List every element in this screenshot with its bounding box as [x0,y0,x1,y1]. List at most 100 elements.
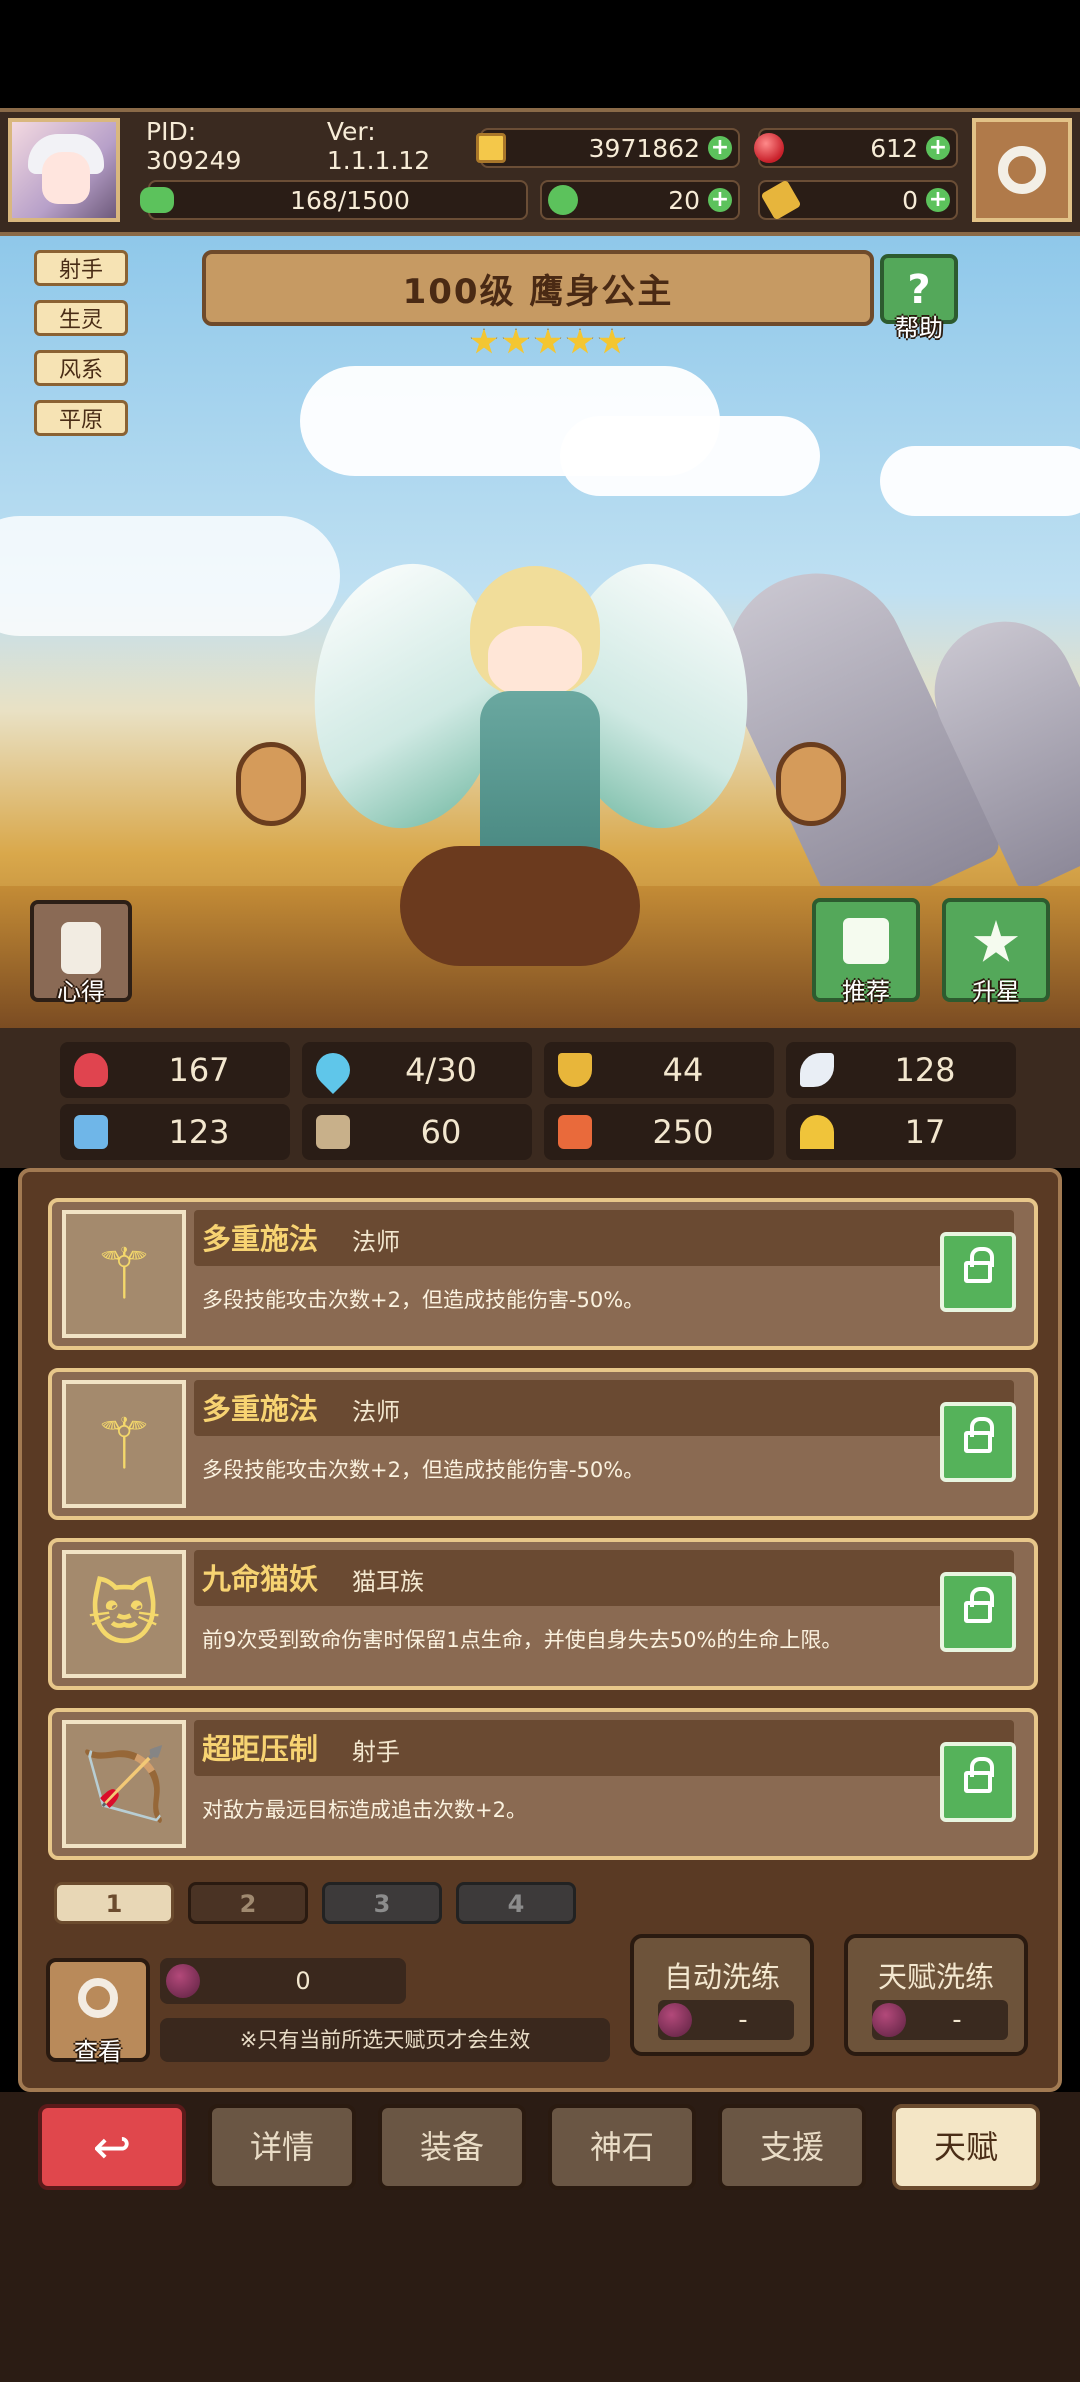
potion-icon [872,2003,906,2037]
magnifier-icon [78,1978,118,2018]
notes-label: 心得 [57,978,105,1006]
fruit-icon [166,1964,200,1998]
nav-details[interactable]: 详情 [208,2104,356,2190]
bow-icon: 🏹 [62,1720,186,1848]
auto-refine-cost-row: - [658,2000,794,2040]
energy-counter: 168/1500 [140,180,528,220]
notes-icon [61,922,101,974]
auto-refine-cost: - [738,2005,748,2035]
stat-defense: 44 [544,1042,774,1098]
staff-icon: ⚚ [62,1210,186,1338]
star-up-icon [973,920,1019,962]
pid-text: PID: 309249 [146,117,242,175]
talent-desc: 对敌方最远目标造成追击次数+2。 [202,1798,527,1822]
talent-page-tab-2[interactable]: 2 [188,1882,308,1924]
clover-value: 20 [668,185,700,215]
hero-face [488,626,582,696]
tag-plains[interactable]: 平原 [34,400,128,436]
nav-talent[interactable]: 天赋 [892,2104,1040,2190]
next-hero-button[interactable] [776,742,846,826]
nav-equipment[interactable]: 装备 [378,2104,526,2190]
star-icon [502,328,530,354]
hero-perch [400,846,640,966]
talent-refine-button[interactable]: 天赋洗练 - [844,1934,1028,2056]
settings-button[interactable] [972,118,1072,222]
energy-value: 168/1500 [290,185,410,215]
fist-icon [74,1115,108,1149]
add-gem-button[interactable]: + [926,136,950,160]
tag-wind[interactable]: 风系 [34,350,128,386]
gear-icon [998,146,1046,194]
talent-card[interactable]: 🐱 九命猫妖 猫耳族 前9次受到致命伤害时保留1点生命，并使自身失去50%的生命… [48,1538,1038,1690]
shield-icon [558,1053,592,1087]
auto-refine-button[interactable]: 自动洗练 - [630,1934,814,2056]
tag-archer[interactable]: 射手 [34,250,128,286]
gold-value: 3971862 [588,133,700,163]
player-avatar[interactable] [8,118,120,222]
book-icon [316,1115,350,1149]
stat-hp: 167 [60,1042,290,1098]
add-scroll-button[interactable]: + [926,188,950,212]
talent-card[interactable]: 🏹 超距压制 射手 对敌方最远目标造成追击次数+2。 [48,1708,1038,1860]
talent-desc: 多段技能攻击次数+2，但造成技能伤害-50%。 [202,1458,645,1482]
thumbs-up-icon [843,918,889,964]
gem-value: 612 [870,133,918,163]
star-icon [470,328,498,354]
back-arrow-icon: ↩ [92,2120,132,2174]
lock-icon [964,1247,994,1283]
lock-button[interactable] [940,1402,1016,1482]
lock-button[interactable] [940,1742,1016,1822]
talent-name: 超距压制 [202,1732,319,1766]
star-rating [470,328,626,356]
staff-icon: ⚚ [62,1380,186,1508]
gold-coin-icon [476,133,506,163]
nav-godstone[interactable]: 神石 [548,2104,696,2190]
talent-panel: ⚚ 多重施法 法师 多段技能攻击次数+2，但造成技能伤害-50%。 ⚚ 多重施法… [18,1168,1062,2092]
stat-magic: 60 [302,1104,532,1160]
talent-page-tab-3[interactable]: 3 [322,1882,442,1924]
horseshoe-icon [800,1115,834,1149]
help-label: 帮助 [895,314,943,342]
talent-class: 射手 [352,1738,400,1766]
talent-card[interactable]: ⚚ 多重施法 法师 多段技能攻击次数+2，但造成技能伤害-50%。 [48,1368,1038,1520]
auto-refine-label: 自动洗练 [663,1960,780,1994]
talent-refine-label: 天赋洗练 [877,1960,994,1994]
clover-icon [548,185,578,215]
talent-page-tab-1[interactable]: 1 [54,1882,174,1924]
talent-class: 法师 [352,1228,400,1256]
stat-mana: 4/30 [302,1042,532,1098]
back-button[interactable]: ↩ [38,2104,186,2190]
version-text: Ver: 1.1.1.12 [326,117,431,175]
add-gold-button[interactable]: + [708,136,732,160]
talent-page-note: ※只有当前所选天赋页才会生效 [160,2018,610,2062]
lock-icon [964,1757,994,1793]
nav-support[interactable]: 支援 [718,2104,866,2190]
stat-speed: 128 [786,1042,1016,1098]
top-status-bar: PID: 309249 Ver: 1.1.1.12 3971862 + 612 … [0,108,1080,236]
wing-icon [800,1053,834,1087]
talent-name: 多重施法 [202,1222,319,1256]
heart-icon [74,1053,108,1087]
talent-name: 九命猫妖 [202,1562,319,1596]
talent-desc: 前9次受到致命伤害时保留1点生命，并使自身失去50%的生命上限。 [202,1628,843,1652]
prev-hero-button[interactable] [236,742,306,826]
scroll-value: 0 [902,185,918,215]
hero-scene: 射手 生灵 风系 平原 100级 鹰身公主 ? 帮助 心得 推荐 升星 [0,236,1080,1028]
talent-page-tab-4[interactable]: 4 [456,1882,576,1924]
talent-name: 多重施法 [202,1392,319,1426]
talent-desc: 多段技能攻击次数+2，但造成技能伤害-50%。 [202,1288,645,1312]
hero-stats: 167 4/30 44 128 123 60 250 17 [0,1028,1080,1168]
talent-refine-cost: - [952,2005,962,2035]
star-icon [534,328,562,354]
gold-counter: 3971862 + [476,128,740,168]
potion-icon [658,2003,692,2037]
lock-button[interactable] [940,1572,1016,1652]
talent-card[interactable]: ⚚ 多重施法 法师 多段技能攻击次数+2，但造成技能伤害-50%。 [48,1198,1038,1350]
add-clover-button[interactable]: + [708,188,732,212]
star-icon [566,328,594,354]
lock-button[interactable] [940,1232,1016,1312]
tag-creature[interactable]: 生灵 [34,300,128,336]
recommend-label: 推荐 [842,978,890,1006]
lock-icon [964,1417,994,1453]
energy-icon [140,187,174,213]
